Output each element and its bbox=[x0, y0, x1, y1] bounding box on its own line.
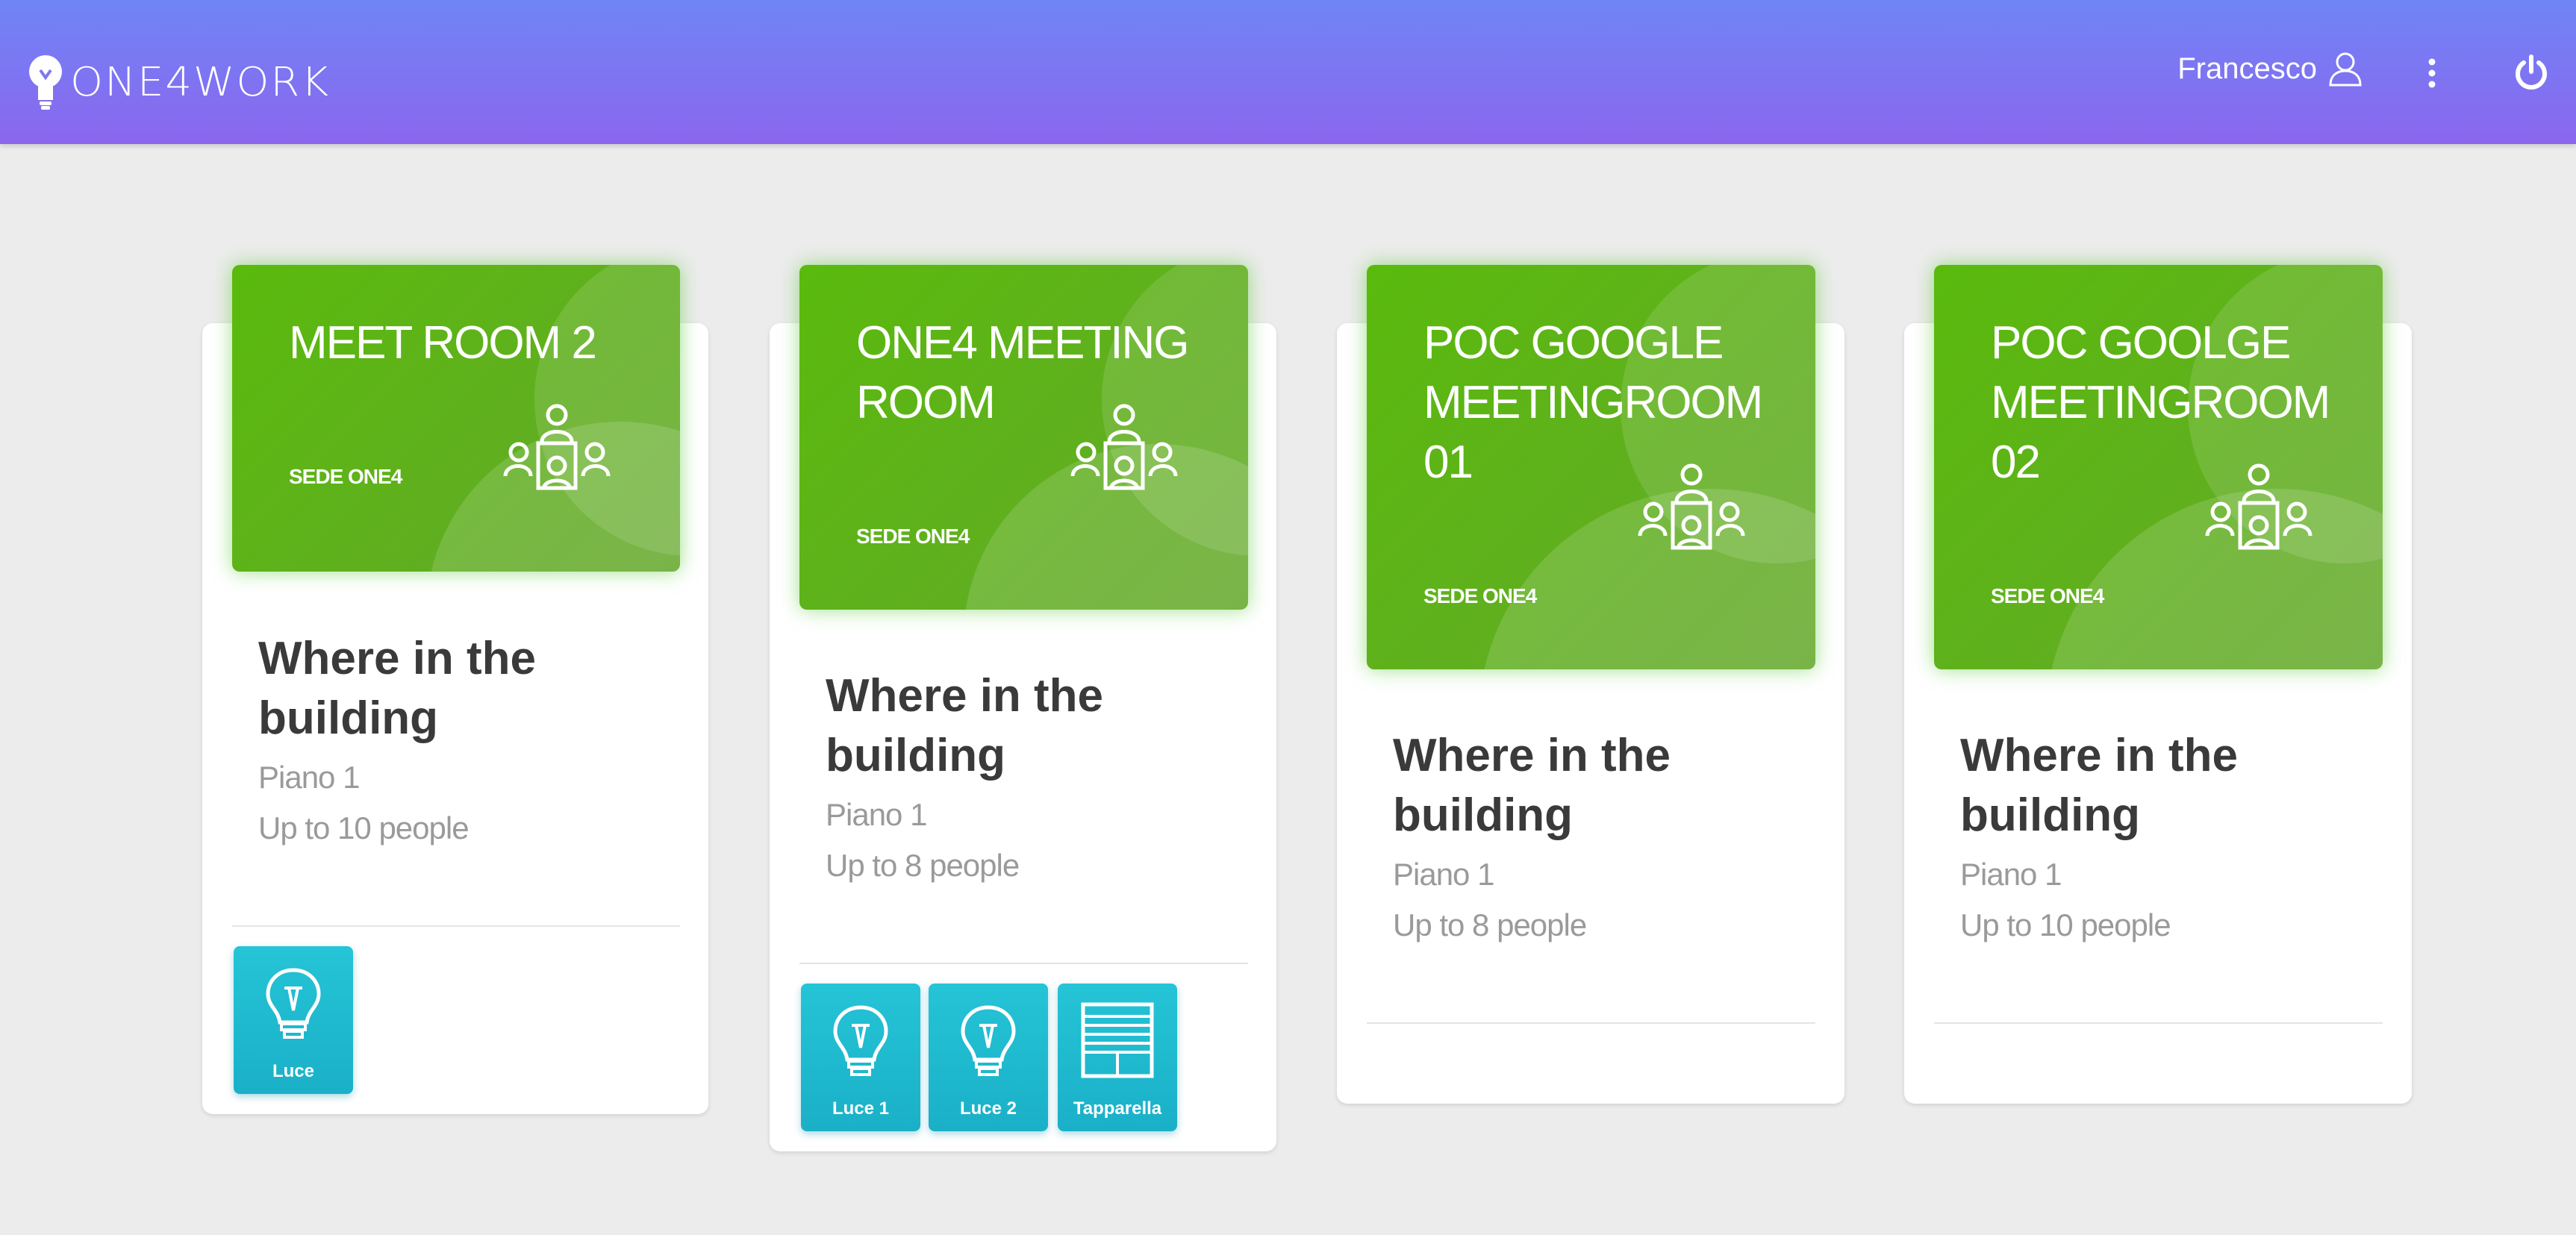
meeting-room-icon bbox=[501, 392, 613, 504]
device-tile[interactable]: Luce 1 bbox=[801, 984, 920, 1131]
room-banner[interactable]: MEET ROOM 2 SEDE ONE4 bbox=[232, 265, 680, 572]
device-tile[interactable]: Luce bbox=[234, 946, 353, 1094]
room-banner[interactable]: POC GOOLGE MEETINGROOM 02 SEDE ONE4 bbox=[1934, 265, 2383, 669]
room-site: SEDE ONE4 bbox=[289, 465, 402, 488]
room-floor: Piano 1 bbox=[1393, 857, 1494, 892]
room-capacity: Up to 10 people bbox=[258, 810, 470, 845]
bulb-icon bbox=[831, 1001, 891, 1079]
device-label: Tapparella bbox=[1073, 1098, 1162, 1119]
bulb-icon bbox=[263, 964, 323, 1042]
device-tile[interactable]: Tapparella bbox=[1058, 984, 1177, 1131]
room-site: SEDE ONE4 bbox=[1423, 584, 1537, 607]
room-capacity: Up to 8 people bbox=[826, 848, 1020, 883]
user-icon bbox=[2329, 52, 2362, 87]
where-heading: Where in the building bbox=[1960, 730, 2239, 841]
room-floor: Piano 1 bbox=[1960, 857, 2062, 892]
device-label: Luce 1 bbox=[832, 1098, 890, 1119]
more-vert-icon[interactable] bbox=[2423, 58, 2441, 88]
bulb-logo-icon bbox=[29, 55, 62, 110]
where-heading: Where in the building bbox=[258, 633, 537, 744]
room-site: SEDE ONE4 bbox=[856, 525, 970, 548]
meeting-room-icon bbox=[1635, 451, 1747, 563]
room-banner[interactable]: POC GOOGLE MEETINGROOM 01 SEDE ONE4 bbox=[1367, 265, 1815, 669]
blind-icon bbox=[1080, 1001, 1155, 1079]
room-floor: Piano 1 bbox=[258, 760, 360, 795]
card-divider bbox=[1367, 1022, 1815, 1024]
meeting-room-icon bbox=[1068, 392, 1180, 504]
card-divider bbox=[1934, 1022, 2383, 1024]
top-bar: ONE4WORK Francesco bbox=[0, 0, 2576, 144]
room-title: MEET ROOM 2 bbox=[289, 317, 597, 369]
room-capacity: Up to 8 people bbox=[1393, 907, 1587, 942]
brand-logo[interactable]: ONE4WORK bbox=[27, 54, 330, 110]
meeting-room-icon bbox=[2203, 451, 2315, 563]
user-menu[interactable]: Francesco bbox=[2177, 51, 2363, 87]
room-banner[interactable]: ONE4 MEETING ROOM SEDE ONE4 bbox=[799, 265, 1248, 610]
user-name: Francesco bbox=[2177, 51, 2317, 85]
card-divider bbox=[799, 963, 1248, 964]
where-heading: Where in the building bbox=[1393, 730, 1671, 841]
brand-name: ONE4WORK bbox=[70, 59, 331, 105]
power-icon[interactable] bbox=[2513, 54, 2550, 91]
bulb-icon bbox=[958, 1001, 1018, 1079]
device-label: Luce 2 bbox=[959, 1098, 1017, 1119]
device-label: Luce bbox=[272, 1061, 314, 1081]
device-tile[interactable]: Luce 2 bbox=[929, 984, 1048, 1131]
room-floor: Piano 1 bbox=[826, 797, 927, 832]
room-capacity: Up to 10 people bbox=[1960, 907, 2171, 942]
where-heading: Where in the building bbox=[826, 670, 1104, 781]
card-divider bbox=[232, 925, 680, 927]
room-site: SEDE ONE4 bbox=[1991, 584, 2104, 607]
